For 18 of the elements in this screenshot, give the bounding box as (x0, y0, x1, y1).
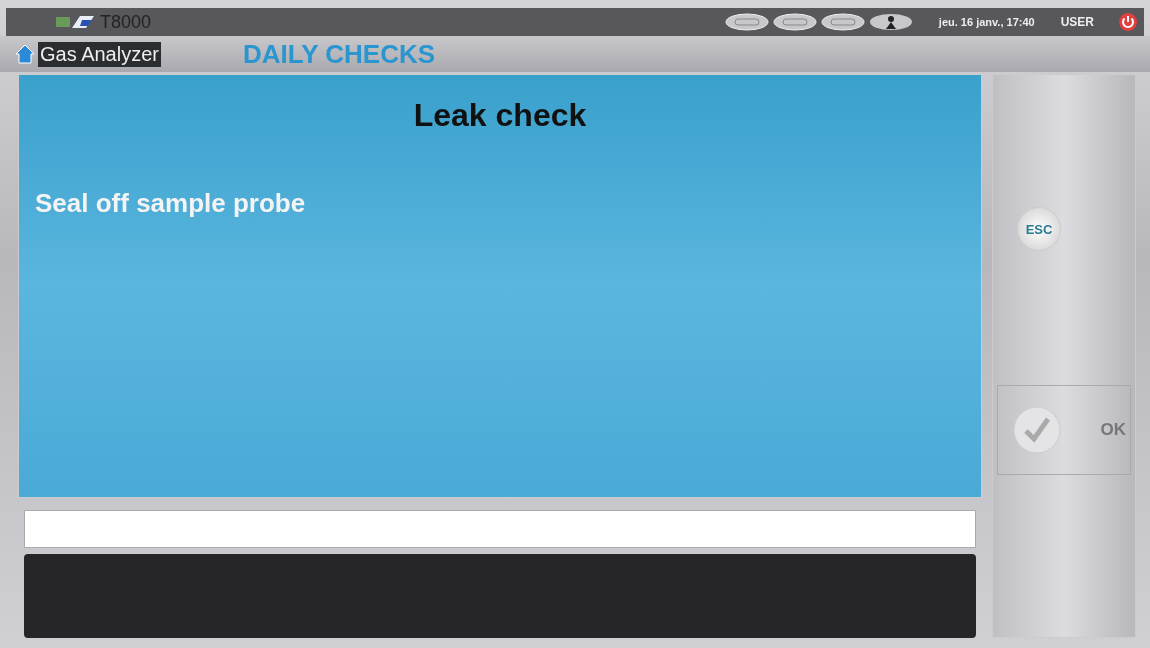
home-icon[interactable] (14, 43, 36, 65)
logo-icon (56, 14, 96, 30)
instruction-text: Seal off sample probe (35, 188, 307, 219)
status-indicator-icon (772, 13, 817, 31)
power-icon[interactable] (1118, 12, 1138, 32)
user-label: USER (1060, 15, 1094, 29)
panel-title: Leak check (412, 96, 588, 134)
esc-button[interactable]: ESC (1017, 207, 1061, 251)
input-field[interactable] (24, 510, 976, 548)
check-icon (1012, 405, 1062, 455)
status-indicator-icon (820, 13, 865, 31)
date-time: jeu. 16 janv., 17:40 (938, 16, 1035, 28)
page-title: DAILY CHECKS (242, 38, 436, 70)
app-name: Gas Analyzer (38, 41, 161, 67)
ok-button[interactable]: OK (997, 385, 1131, 475)
device-name: T8000 (100, 11, 152, 33)
status-indicator-icon (724, 13, 769, 31)
person-icon (868, 13, 913, 31)
